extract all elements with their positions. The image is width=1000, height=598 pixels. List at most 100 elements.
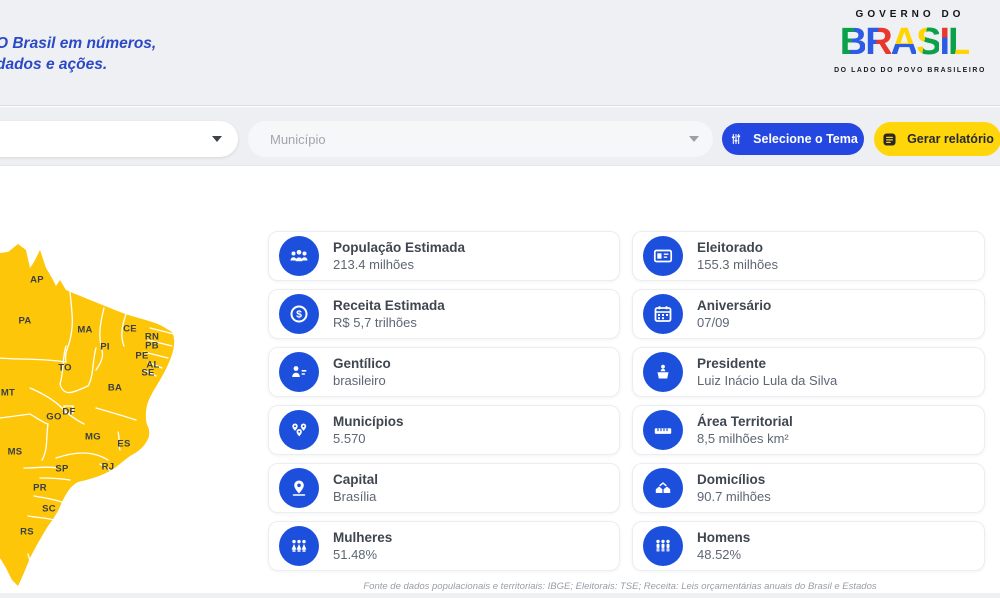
person-lines-icon xyxy=(279,352,319,392)
municipio-select-dropdown[interactable] xyxy=(248,121,713,157)
map-state-label-rj[interactable]: RJ xyxy=(102,462,115,473)
card-value: 07/09 xyxy=(697,315,771,331)
tagline-line2: dados e ações. xyxy=(0,54,156,75)
data-source-note: Fonte de dados populacionais e territori… xyxy=(240,581,1000,592)
card-domicilios: Domicílios 90.7 milhões xyxy=(632,463,985,513)
dollar-circle-icon: $ xyxy=(279,294,319,334)
card-populacao-estimada: População Estimada 213.4 milhões xyxy=(268,231,620,281)
filter-bar: Selecione o Tema Gerar relatório xyxy=(0,107,1000,166)
card-title: Mulheres xyxy=(333,530,392,546)
map-state-label-ce[interactable]: CE xyxy=(123,324,137,335)
map-state-label-pr[interactable]: PR xyxy=(33,483,47,494)
map-state-label-se[interactable]: SE xyxy=(141,368,154,379)
map-state-label-to[interactable]: TO xyxy=(58,363,72,374)
ruler-icon xyxy=(643,410,683,450)
card-title: Gentílico xyxy=(333,356,391,372)
card-value: 213.4 milhões xyxy=(333,257,465,273)
card-title: Municípios xyxy=(333,414,404,430)
logo-letter: R xyxy=(865,20,890,64)
generate-report-button[interactable]: Gerar relatório xyxy=(874,122,1000,156)
select-theme-label: Selecione o Tema xyxy=(753,132,858,146)
card-aniversario: Aniversário 07/09 xyxy=(632,289,985,339)
municipio-input[interactable] xyxy=(270,132,689,147)
women-icon xyxy=(279,526,319,566)
map-state-label-ap[interactable]: AP xyxy=(30,275,44,286)
logo-brasil-wordmark: B R A S I L xyxy=(824,20,996,64)
map-state-label-pi[interactable]: PI xyxy=(100,342,110,353)
card-value: 8,5 milhões km² xyxy=(697,431,793,447)
main-content: APPAMACERNPBPEALSEPITOBAMTGODFMGESMSSPRJ… xyxy=(0,167,1000,598)
map-pin-icon xyxy=(279,468,319,508)
card-title: Homens xyxy=(697,530,750,546)
id-card-icon xyxy=(643,236,683,276)
calendar-icon xyxy=(643,294,683,334)
card-homens: Homens 48.52% xyxy=(632,521,985,571)
map-state-label-go[interactable]: GO xyxy=(46,412,61,423)
card-eleitorado: Eleitorado 155.3 milhões xyxy=(632,231,985,281)
card-value: 48.52% xyxy=(697,547,750,563)
generate-report-label: Gerar relatório xyxy=(907,132,994,146)
card-value: R$ 5,7 trilhões xyxy=(333,315,445,331)
card-value: 90.7 milhões xyxy=(697,489,771,505)
select-theme-button[interactable]: Selecione o Tema xyxy=(722,123,864,155)
card-title: População Estimada xyxy=(333,240,465,256)
map-state-label-df[interactable]: DF xyxy=(62,407,75,418)
map-pins-icon xyxy=(279,410,319,450)
logo-letter: B xyxy=(840,20,865,64)
map-state-label-ms[interactable]: MS xyxy=(8,447,23,458)
map-state-label-sp[interactable]: SP xyxy=(55,464,68,475)
people-group-icon xyxy=(279,236,319,276)
card-gentilico: Gentílico brasileiro xyxy=(268,347,620,397)
men-icon xyxy=(643,526,683,566)
chevron-down-icon xyxy=(212,136,222,142)
card-title: Área Territorial xyxy=(697,414,793,430)
logo-letter: I xyxy=(939,20,948,64)
card-capital: Capital Brasília xyxy=(268,463,620,513)
logo-subtitle: DO LADO DO POVO BRASILEIRO xyxy=(824,67,996,74)
card-title: Receita Estimada xyxy=(333,298,445,314)
card-value: 51.48% xyxy=(333,547,392,563)
card-title: Capital xyxy=(333,472,378,488)
card-title: Presidente xyxy=(697,356,837,372)
card-value: 155.3 milhões xyxy=(697,257,778,273)
card-value: brasileiro xyxy=(333,373,391,389)
tagline-line1: O Brasil em números, xyxy=(0,33,156,54)
card-area-territorial: Área Territorial 8,5 milhões km² xyxy=(632,405,985,455)
state-select-dropdown[interactable] xyxy=(0,121,238,157)
logo-letter: S xyxy=(916,20,939,64)
card-title: Eleitorado xyxy=(697,240,778,256)
logo-top-text: GOVERNO DO xyxy=(824,9,996,20)
map-state-label-mg[interactable]: MG xyxy=(85,432,101,443)
site-tagline: O Brasil em números, dados e ações. xyxy=(0,33,156,75)
map-state-label-rs[interactable]: RS xyxy=(20,527,34,538)
logo-letter: A xyxy=(891,20,916,64)
stats-column-right: Eleitorado 155.3 milhões Aniversário 07/… xyxy=(632,231,985,579)
card-title: Aniversário xyxy=(697,298,771,314)
bottom-divider xyxy=(0,593,1000,598)
header: O Brasil em números, dados e ações. GOVE… xyxy=(0,0,1000,106)
brazil-map[interactable]: APPAMACERNPBPEALSEPITOBAMTGODFMGESMSSPRJ… xyxy=(0,228,240,594)
governo-do-brasil-logo: GOVERNO DO B R A S I L DO LADO DO POVO B… xyxy=(824,9,996,74)
card-value: 5.570 xyxy=(333,431,404,447)
logo-black-square xyxy=(971,49,980,58)
card-title: Domicílios xyxy=(697,472,771,488)
map-state-label-sc[interactable]: SC xyxy=(42,504,56,515)
map-state-label-es[interactable]: ES xyxy=(117,439,130,450)
map-state-label-mt[interactable]: MT xyxy=(1,388,15,399)
svg-text:$: $ xyxy=(296,309,302,321)
report-document-icon xyxy=(881,131,898,148)
sliders-icon xyxy=(728,131,744,147)
logo-letter: L xyxy=(948,20,969,64)
map-state-label-pa[interactable]: PA xyxy=(18,316,31,327)
houses-icon xyxy=(643,468,683,508)
card-value: Luiz Inácio Lula da Silva xyxy=(697,373,837,389)
card-receita-estimada: $ Receita Estimada R$ 5,7 trilhões xyxy=(268,289,620,339)
stats-column-left: População Estimada 213.4 milhões $ Recei… xyxy=(268,231,620,579)
card-presidente: Presidente Luiz Inácio Lula da Silva xyxy=(632,347,985,397)
chevron-down-icon xyxy=(689,136,699,142)
podium-icon xyxy=(643,352,683,392)
card-municipios: Municípios 5.570 xyxy=(268,405,620,455)
map-state-label-ba[interactable]: BA xyxy=(108,383,122,394)
card-value: Brasília xyxy=(333,489,378,505)
map-state-label-ma[interactable]: MA xyxy=(77,325,92,336)
